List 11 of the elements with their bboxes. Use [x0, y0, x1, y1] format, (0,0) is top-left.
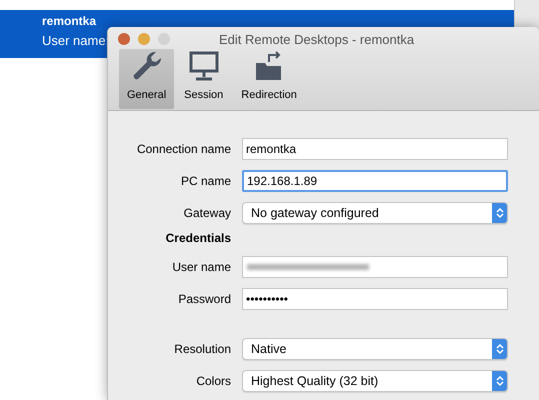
user-name-label: User name:	[42, 32, 110, 49]
field-label: Gateway	[182, 205, 232, 222]
window-title: Edit Remote Desktops - remontka	[219, 31, 414, 49]
field-label: Colors	[195, 373, 232, 390]
field-label: Connection name	[136, 141, 232, 158]
field-label: User name	[171, 259, 232, 276]
field-label: PC name	[180, 173, 232, 190]
field-label: Resolution	[173, 341, 232, 358]
connection-title: remontka	[42, 14, 98, 29]
field-label: Password	[177, 291, 232, 308]
section-heading: Credentials	[164, 230, 232, 247]
